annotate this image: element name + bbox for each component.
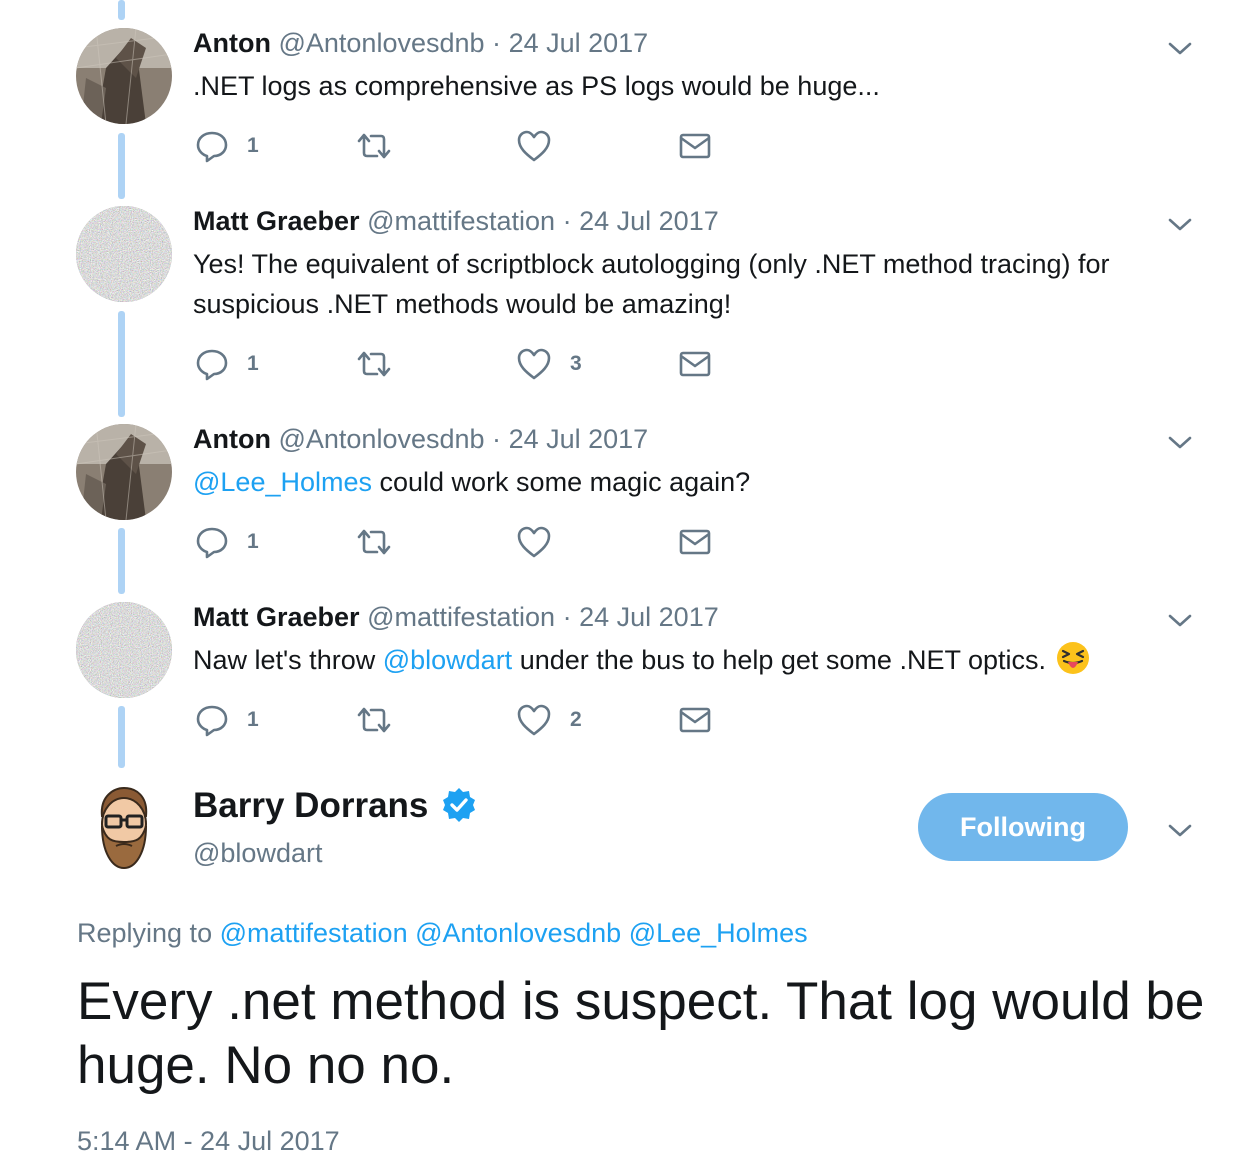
chevron-down-icon[interactable] xyxy=(1166,214,1194,234)
thread-tweet: Anton @Antonlovesdnb · 24 Jul 2017 @Lee_… xyxy=(0,422,1252,572)
author-name[interactable]: Anton xyxy=(193,28,271,58)
tweet-text-content: .NET logs as comprehensive as PS logs wo… xyxy=(193,71,880,101)
retweet-icon xyxy=(357,133,391,159)
message-icon xyxy=(679,529,711,555)
tweet-header: Matt Graeber @mattifestation · 24 Jul 20… xyxy=(193,204,719,238)
thread-tweet: Matt Graeber @mattifestation · 24 Jul 20… xyxy=(0,600,1252,750)
reply-icon xyxy=(196,131,228,163)
tweet-text: Naw let's throw @blowdart under the bus … xyxy=(193,640,1183,680)
tweet-date[interactable]: 24 Jul 2017 xyxy=(509,28,649,58)
retweet-button[interactable] xyxy=(355,702,411,738)
direct-message-button[interactable] xyxy=(678,702,712,738)
author-name[interactable]: Matt Graeber xyxy=(193,206,360,236)
chevron-down-icon[interactable] xyxy=(1166,38,1194,58)
reply-button[interactable]: 1 xyxy=(195,128,259,164)
message-icon xyxy=(679,707,711,733)
reply-count: 1 xyxy=(247,530,259,553)
direct-message-button[interactable] xyxy=(678,346,712,382)
retweet-button[interactable] xyxy=(355,128,411,164)
verified-badge-icon xyxy=(443,788,475,822)
author-name[interactable]: Matt Graeber xyxy=(193,602,360,632)
replying-to: Replying to @mattifestation @Antonlovesd… xyxy=(77,916,808,950)
author-handle[interactable]: @Antonlovesdnb xyxy=(278,28,484,58)
tweet-text: .NET logs as comprehensive as PS logs wo… xyxy=(193,66,1183,106)
separator: · xyxy=(562,602,572,632)
tweet-date[interactable]: 24 Jul 2017 xyxy=(579,206,719,236)
main-author-handle[interactable]: @blowdart xyxy=(193,836,322,870)
tweet-text-content: Naw let's throw xyxy=(193,645,383,675)
separator: · xyxy=(492,424,502,454)
reply-count: 1 xyxy=(247,352,259,375)
tweet-timestamp[interactable]: 5:14 AM - 24 Jul 2017 xyxy=(77,1124,340,1158)
replying-mention[interactable]: @mattifestation xyxy=(220,918,408,948)
like-button[interactable] xyxy=(516,128,570,164)
retweet-icon xyxy=(357,529,391,555)
following-button[interactable]: Following xyxy=(918,793,1128,861)
tweet-text: @Lee_Holmes could work some magic again? xyxy=(193,462,1183,502)
reply-icon xyxy=(196,527,228,559)
like-button[interactable]: 3 xyxy=(516,346,582,382)
like-count: 3 xyxy=(570,352,582,375)
tweet-header: Anton @Antonlovesdnb · 24 Jul 2017 xyxy=(193,26,648,60)
mention-link[interactable]: @Lee_Holmes xyxy=(193,467,372,497)
tweet-text: Yes! The equivalent of scriptblock autol… xyxy=(193,244,1183,324)
tweet-header: Matt Graeber @mattifestation · 24 Jul 20… xyxy=(193,600,719,634)
like-button[interactable]: 2 xyxy=(516,702,582,738)
like-count: 2 xyxy=(570,708,582,731)
direct-message-button[interactable] xyxy=(678,524,712,560)
message-icon xyxy=(679,133,711,159)
retweet-button[interactable] xyxy=(355,346,411,382)
reply-button[interactable]: 1 xyxy=(195,524,259,560)
retweet-icon xyxy=(357,707,391,733)
chevron-down-icon[interactable] xyxy=(1166,432,1194,452)
chevron-down-icon[interactable] xyxy=(1166,820,1194,840)
tweet-text-content: Yes! The equivalent of scriptblock autol… xyxy=(193,249,1110,319)
tweet-header: Anton @Antonlovesdnb · 24 Jul 2017 xyxy=(193,422,648,456)
chevron-down-icon[interactable] xyxy=(1166,610,1194,630)
replying-mention[interactable]: @Lee_Holmes xyxy=(629,918,808,948)
author-handle[interactable]: @mattifestation xyxy=(367,602,555,632)
like-icon xyxy=(517,704,551,736)
like-icon xyxy=(517,348,551,380)
squinting-face-with-tongue-icon xyxy=(1057,641,1089,674)
separator: · xyxy=(562,206,572,236)
retweet-icon xyxy=(357,351,391,377)
avatar[interactable] xyxy=(76,206,172,302)
mention-link[interactable]: @blowdart xyxy=(383,645,512,675)
direct-message-button[interactable] xyxy=(678,128,712,164)
main-author-name[interactable]: Barry Dorrans xyxy=(193,786,428,826)
main-tweet-text: Every .net method is suspect. That log w… xyxy=(77,972,1205,1095)
main-avatar[interactable] xyxy=(76,782,172,878)
tweet-date[interactable]: 24 Jul 2017 xyxy=(579,602,719,632)
replying-mention[interactable]: @Antonlovesdnb xyxy=(415,918,621,948)
reply-button[interactable]: 1 xyxy=(195,702,259,738)
separator: · xyxy=(492,28,502,58)
avatar[interactable] xyxy=(76,602,172,698)
reply-count: 1 xyxy=(247,134,259,157)
thread-line xyxy=(118,0,125,20)
author-name[interactable]: Anton xyxy=(193,424,271,454)
like-icon xyxy=(517,526,551,558)
like-icon xyxy=(517,130,551,162)
author-handle[interactable]: @mattifestation xyxy=(367,206,555,236)
avatar[interactable] xyxy=(76,424,172,520)
replying-label: Replying to xyxy=(77,918,213,948)
tweet-text-content: under the bus to help get some .NET opti… xyxy=(512,645,1046,675)
author-handle[interactable]: @Antonlovesdnb xyxy=(278,424,484,454)
retweet-button[interactable] xyxy=(355,524,411,560)
tweet-date[interactable]: 24 Jul 2017 xyxy=(509,424,649,454)
thread-tweet: Matt Graeber @mattifestation · 24 Jul 20… xyxy=(0,204,1252,404)
thread-tweet: Anton @Antonlovesdnb · 24 Jul 2017 .NET … xyxy=(0,26,1252,176)
reply-icon xyxy=(196,705,228,737)
avatar[interactable] xyxy=(76,28,172,124)
tweet-text-content: could work some magic again? xyxy=(372,467,751,497)
like-button[interactable] xyxy=(516,524,570,560)
reply-icon xyxy=(196,349,228,381)
reply-button[interactable]: 1 xyxy=(195,346,259,382)
message-icon xyxy=(679,351,711,377)
reply-count: 1 xyxy=(247,708,259,731)
